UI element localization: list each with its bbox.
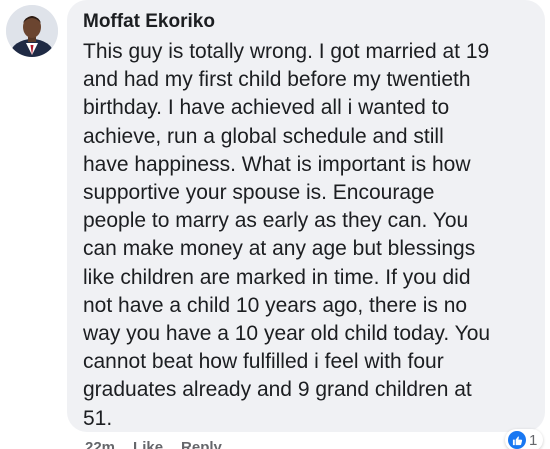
reaction-count: 1	[529, 431, 538, 449]
comment-text: This guy is totally wrong. I got married…	[83, 40, 491, 430]
reply-button[interactable]: Reply	[181, 439, 222, 449]
comment-timestamp[interactable]: 22m	[85, 439, 115, 449]
reaction-summary[interactable]: 1	[505, 429, 544, 449]
avatar[interactable]	[6, 5, 58, 57]
comment-bubble: Moffat Ekoriko This guy is totally wrong…	[67, 0, 545, 432]
comment-author[interactable]: Moffat Ekoriko	[83, 11, 535, 33]
thumbs-up-icon	[508, 431, 526, 449]
like-button[interactable]: Like	[133, 439, 163, 449]
avatar-photo	[6, 5, 58, 57]
comment-actions: 22m Like Reply	[85, 439, 222, 449]
comment-thread: Moffat Ekoriko This guy is totally wrong…	[0, 0, 550, 449]
